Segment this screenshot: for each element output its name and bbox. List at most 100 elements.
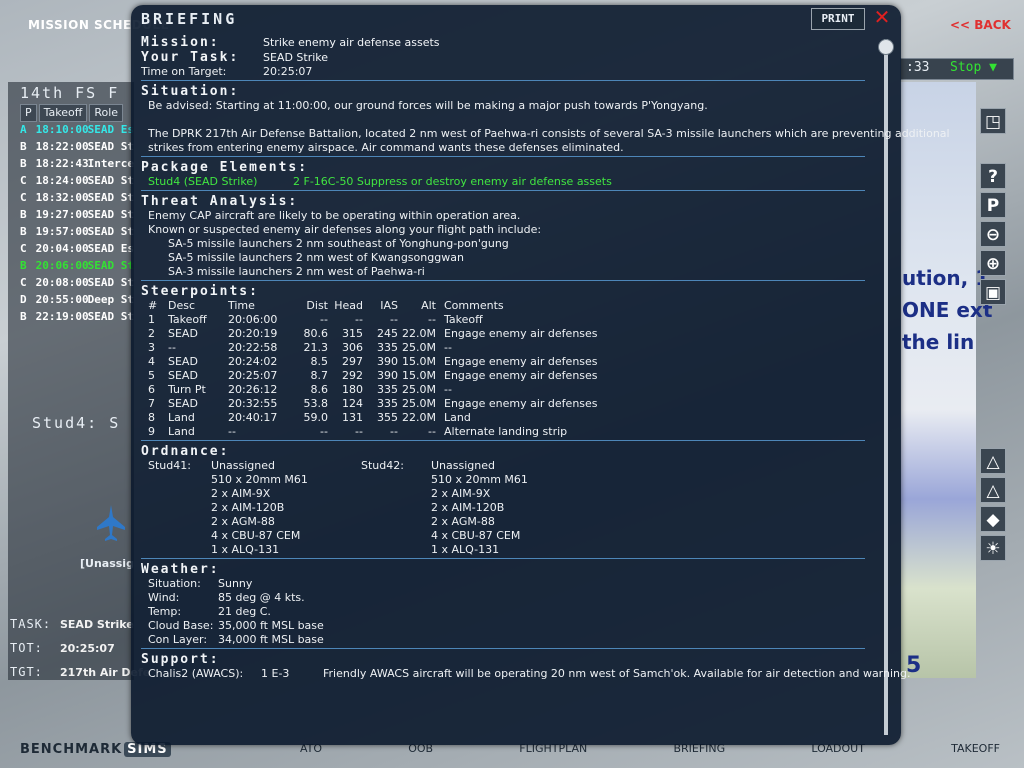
steerpoint-cell: 245 xyxy=(377,327,398,340)
steerpoint-cell: 80.6 xyxy=(303,327,329,340)
time-stop-dropdown[interactable]: Stop ▼ xyxy=(950,60,997,75)
steerpoint-cell: 20:20:19 xyxy=(228,327,278,340)
print-button[interactable]: PRINT xyxy=(811,8,865,30)
pilot-icon[interactable]: P xyxy=(980,192,1006,218)
schedule-row[interactable]: B 19:57:00 SEAD St xyxy=(18,225,134,242)
schedule-row[interactable]: C 18:24:00 SEAD St xyxy=(18,174,134,191)
steerpoint-cell: 315 xyxy=(342,327,363,340)
schedule-cell-p: C xyxy=(20,276,27,289)
zoom-out-icon[interactable]: ⊖ xyxy=(980,221,1006,247)
divider xyxy=(141,440,865,441)
task-row: TASK: SEAD Strike xyxy=(10,617,134,631)
steerpoint-cell: 1 xyxy=(148,313,155,326)
mission-map[interactable] xyxy=(900,82,976,678)
tot-value: 20:25:07 xyxy=(60,642,115,655)
schedule-row[interactable]: C 20:08:00 SEAD St xyxy=(18,276,134,293)
steerpoint-cell: -- xyxy=(444,341,452,354)
zoom-in-icon[interactable]: ⊕ xyxy=(980,250,1006,276)
threat-text: Known or suspected enemy air defenses al… xyxy=(148,223,542,236)
ground-units-icon[interactable]: ◆ xyxy=(980,506,1006,532)
schedule-row[interactable]: B 18:22:00 SEAD St xyxy=(18,140,134,157)
weather-value: 35,000 ft MSL base xyxy=(218,619,324,632)
flight-panel-title: 14th FS F xyxy=(20,84,120,102)
schedule-cell-role: SEAD St xyxy=(87,259,134,272)
schedule-cell-time: 22:19:00 xyxy=(35,310,89,323)
brand-text: BENCHMARK xyxy=(20,742,123,757)
briefing-title: BRIEFING xyxy=(141,10,238,28)
scrollbar-thumb[interactable] xyxy=(878,39,894,55)
schedule-row[interactable]: C 20:04:00 SEAD Es xyxy=(18,242,134,259)
mission-label: Mission: xyxy=(141,35,220,50)
ordnance-list: Unassigned 510 x 20mm M61 2 x AIM-9X 2 x AI… xyxy=(211,459,361,557)
schedule-cell-role: SEAD St xyxy=(87,140,134,153)
support-description: Friendly AWACS aircraft will be operatin… xyxy=(323,667,911,680)
steerpoint-cell: 335 xyxy=(377,383,398,396)
steerpoint-cell: 180 xyxy=(342,383,363,396)
schedule-cell-p: B xyxy=(20,259,27,272)
steerpoint-cell: 124 xyxy=(342,397,363,410)
column-header-role[interactable]: Role xyxy=(89,104,124,122)
schedule-row[interactable]: C 18:32:00 SEAD St xyxy=(18,191,134,208)
threat-ring-alt-icon[interactable]: △ xyxy=(980,477,1006,503)
steerpoint-cell: 355 xyxy=(377,411,398,424)
support-count: 1 E-3 xyxy=(261,667,290,680)
mission-value: Strike enemy air defense assets xyxy=(263,36,440,49)
column-header: Alt xyxy=(421,299,436,312)
steerpoint-cell: SEAD xyxy=(168,369,198,382)
back-button[interactable]: << BACK xyxy=(950,18,1011,32)
threat-ring-icon[interactable]: △ xyxy=(980,448,1006,474)
schedule-row[interactable]: B 20:06:00 SEAD St xyxy=(18,259,134,276)
steerpoint-cell: Takeoff xyxy=(444,313,483,326)
steerpoint-cell: 20:25:07 xyxy=(228,369,278,382)
weather-value: 21 deg C. xyxy=(218,605,271,618)
fullscreen-icon[interactable]: ▣ xyxy=(980,279,1006,305)
map-window-icon[interactable]: ◳ xyxy=(980,108,1006,134)
steerpoint-cell: 292 xyxy=(342,369,363,382)
schedule-cell-p: C xyxy=(20,191,27,204)
steerpoint-cell: 53.8 xyxy=(303,397,329,410)
schedule-row[interactable]: B 19:27:00 SEAD St xyxy=(18,208,134,225)
schedule-cell-role: SEAD St xyxy=(87,225,134,238)
steerpoint-cell: 297 xyxy=(342,355,363,368)
schedule-cell-time: 20:08:00 xyxy=(35,276,89,289)
weather-row: Temp: 21 deg C. xyxy=(141,605,865,619)
weather-row: Wind: 85 deg @ 4 kts. xyxy=(141,591,865,605)
time-on-target-row: Time on Target: 20:25:07 xyxy=(141,65,865,79)
schedule-cell-role: SEAD St xyxy=(87,276,134,289)
mission-row: Mission: Strike enemy air defense assets xyxy=(141,35,865,50)
jet-icon xyxy=(97,505,125,541)
steerpoint-cell: -- xyxy=(320,313,328,326)
schedule-row[interactable]: B 22:19:00 SEAD St xyxy=(18,310,134,327)
time-on-target-value: 20:25:07 xyxy=(263,65,313,78)
briefing-scrollbar[interactable] xyxy=(884,39,888,735)
help-icon[interactable]: ? xyxy=(980,163,1006,189)
ordnance-item: 2 x AGM-88 xyxy=(431,515,495,528)
schedule-row[interactable]: A 18:10:00 SEAD Es xyxy=(18,123,134,140)
close-icon[interactable]: ✕ xyxy=(871,6,893,28)
weather-icon[interactable]: ☀ xyxy=(980,535,1006,561)
threat-text: Enemy CAP aircraft are likely to be oper… xyxy=(148,209,521,222)
ordnance-item: 2 x AIM-9X xyxy=(211,487,271,500)
steerpoint-cell: 20:22:58 xyxy=(228,341,278,354)
ordnance-heading: Ordnance: xyxy=(141,444,230,459)
ordnance-item: 1 x ALQ-131 xyxy=(431,543,500,556)
column-header-takeoff[interactable]: Takeoff xyxy=(38,104,88,122)
schedule-cell-p: B xyxy=(20,225,27,238)
schedule-cell-p: D xyxy=(20,293,27,306)
loadout-unassigned: [Unassig xyxy=(80,557,134,570)
steerpoint-cell: 335 xyxy=(377,397,398,410)
steerpoint-cell: -- xyxy=(428,425,436,438)
threat-heading: Threat Analysis: xyxy=(141,194,299,209)
steerpoint-cell: SEAD xyxy=(168,355,198,368)
steerpoint-cell: -- xyxy=(355,313,363,326)
column-header-package[interactable]: P xyxy=(20,104,37,122)
steerpoint-cell: 131 xyxy=(342,411,363,424)
weather-list: Situation: Sunny Wind: 85 deg @ 4 kts. Temp:… xyxy=(141,577,865,647)
divider xyxy=(141,190,865,191)
divider xyxy=(141,80,865,81)
schedule-cell-role: Interce xyxy=(87,157,134,170)
schedule-row[interactable]: D 20:55:00 Deep St xyxy=(18,293,134,310)
schedule-row[interactable]: B 18:22:43 Interce xyxy=(18,157,134,174)
clock-readout: :33 xyxy=(906,60,930,75)
nav-takeoff[interactable]: TAKEOFF xyxy=(951,742,1000,755)
